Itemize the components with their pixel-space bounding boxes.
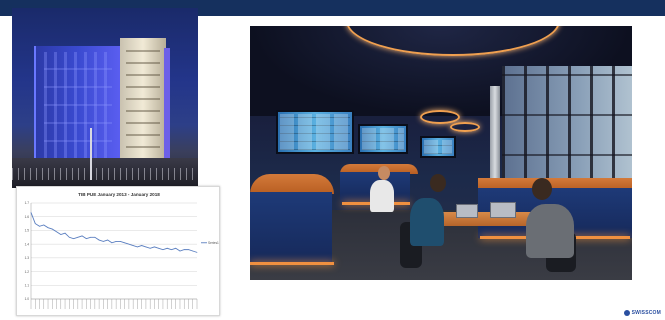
building-photo: [12, 8, 198, 188]
data-point: [77, 236, 79, 238]
logo-text: SWISSCOM: [631, 310, 661, 316]
ceiling-light-ring: [420, 110, 460, 124]
data-point: [60, 234, 62, 235]
control-room-photo: [250, 26, 632, 280]
person: [370, 180, 394, 212]
console-desk: [250, 174, 334, 194]
console-glow: [250, 262, 334, 265]
data-point: [154, 246, 155, 248]
laptop: [456, 204, 478, 218]
pue-chart-card: TIB PUE January 2013 - January 2018 1.7 1…: [16, 186, 220, 316]
y-tick-label: 1.5: [25, 229, 30, 233]
ceiling-light-ring: [450, 122, 480, 132]
data-point: [188, 249, 189, 250]
data-point: [73, 238, 74, 240]
data-point: [141, 245, 143, 246]
data-point: [124, 242, 125, 244]
y-tick-label: 1.4: [25, 242, 30, 246]
data-point: [68, 236, 70, 238]
data-point: [115, 241, 117, 242]
company-logo: SWISSCOM: [623, 310, 661, 316]
data-point: [85, 238, 87, 240]
y-tick-label: 1.0: [25, 297, 30, 301]
data-point: [132, 245, 134, 246]
chart-title: TIB PUE January 2013 - January 2018: [78, 192, 160, 197]
data-point: [137, 246, 138, 248]
data-point: [98, 239, 100, 241]
y-tick-label: 1.1: [25, 283, 30, 287]
person: [410, 198, 444, 246]
person-head: [532, 178, 552, 200]
data-point: [183, 249, 185, 250]
data-point: [166, 247, 168, 249]
data-point: [171, 249, 172, 250]
windows: [502, 66, 632, 196]
person: [526, 204, 574, 258]
pue-chart: TIB PUE January 2013 - January 2018 1.7 1…: [25, 192, 219, 309]
building-glass-facade: [34, 46, 120, 166]
data-point: [103, 241, 104, 242]
data-point: [34, 223, 36, 224]
video-wall: [420, 136, 456, 158]
data-point: [128, 243, 130, 245]
data-point: [196, 252, 198, 253]
data-point: [120, 241, 121, 242]
logo-mark-icon: [623, 310, 630, 316]
y-tick-label: 1.3: [25, 256, 30, 260]
data-point: [39, 225, 40, 227]
data-point: [47, 227, 49, 229]
series-line: [30, 212, 198, 253]
video-wall: [358, 124, 408, 154]
y-tick-label: 1.6: [25, 215, 30, 219]
data-point: [107, 239, 108, 241]
laptop: [490, 202, 516, 218]
data-point: [158, 247, 160, 249]
data-point: [43, 224, 45, 226]
data-point: [30, 212, 32, 213]
console-front: [250, 192, 332, 264]
data-point: [56, 231, 57, 233]
y-tick-label: 1.2: [25, 270, 30, 274]
data-point: [111, 242, 113, 244]
data-point: [149, 247, 151, 249]
video-wall: [276, 110, 354, 154]
data-point: [162, 249, 164, 250]
building-edge-light: [164, 48, 170, 166]
data-point: [175, 247, 177, 249]
person-head: [378, 166, 390, 180]
lamp-post: [90, 128, 92, 180]
data-point: [94, 236, 96, 238]
data-point: [51, 228, 53, 230]
building-stairwell: [120, 38, 166, 166]
data-point: [64, 232, 66, 234]
data-point: [90, 236, 91, 238]
fence: [12, 168, 198, 180]
data-point: [81, 235, 83, 237]
person-head: [430, 174, 446, 192]
y-tick-label: 1.7: [25, 201, 30, 205]
data-point: [145, 246, 147, 248]
data-point: [179, 250, 181, 252]
legend-label: Series1: [208, 241, 219, 245]
data-point: [192, 250, 194, 252]
